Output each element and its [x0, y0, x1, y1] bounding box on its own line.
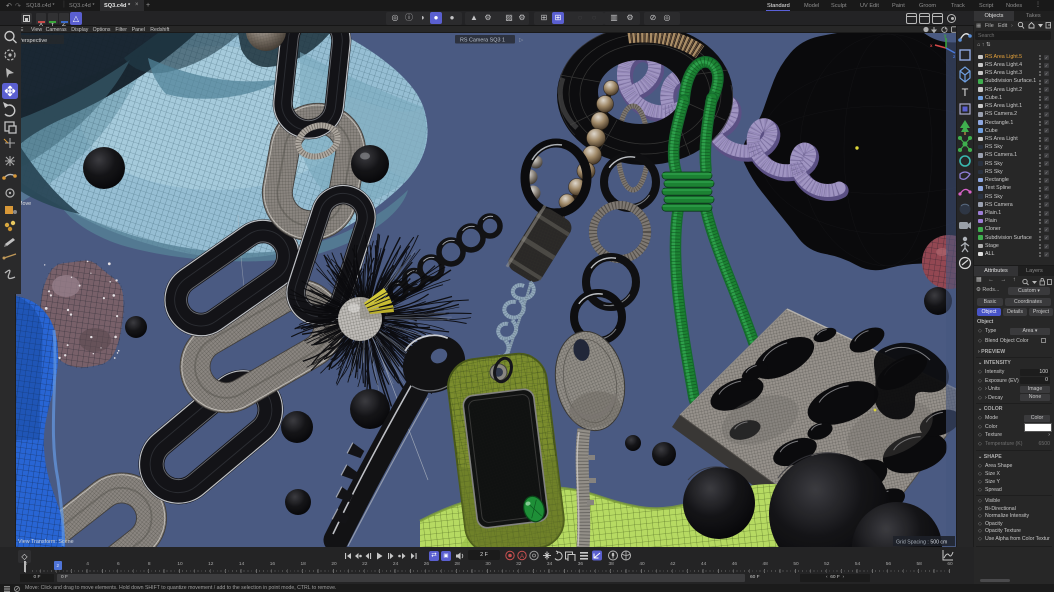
svg-text:A: A [520, 554, 524, 560]
svg-text:RS Camera SQ3 1: RS Camera SQ3 1 [460, 38, 505, 44]
svg-text:▷: ▷ [519, 38, 523, 44]
svg-text:T: T [962, 87, 969, 99]
svg-text:Perspective: Perspective [18, 38, 47, 44]
svg-text:View Transform: Scene: View Transform: Scene [18, 539, 74, 545]
svg-text:Grid Spacing : 500 cm: Grid Spacing : 500 cm [896, 540, 947, 546]
